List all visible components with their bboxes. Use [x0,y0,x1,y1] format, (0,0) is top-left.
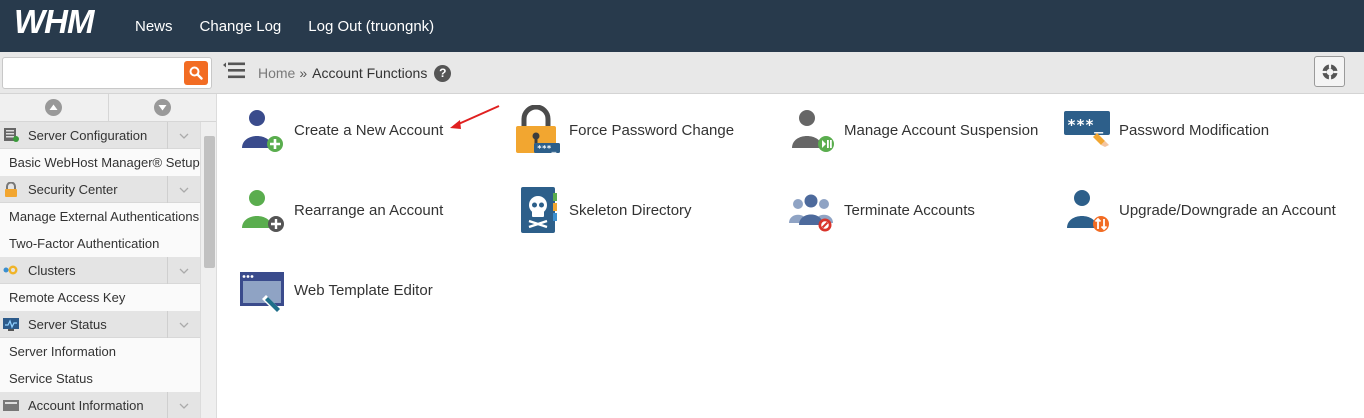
breadcrumb-home[interactable]: Home [258,65,295,81]
window-edit-icon [238,265,288,315]
function-label: Rearrange an Account [294,201,444,219]
arrow-down-icon [153,99,171,116]
function-label: Skeleton Directory [569,201,692,219]
chevron-down-icon[interactable] [167,311,200,338]
logout-link[interactable]: Log Out (truongnk) [308,18,434,35]
function-rearrange-account[interactable]: Rearrange an Account [238,185,443,235]
top-navigation-bar: WHM News Change Log Log Out (truongnk) [0,0,1364,52]
password-key-icon: ***_ [1063,105,1113,155]
search-button[interactable] [184,61,208,85]
function-label: Web Template Editor [294,281,433,299]
collapse-menu-icon [223,62,245,79]
function-label: Force Password Change [569,121,735,139]
function-manage-account-suspension[interactable]: Manage Account Suspension [788,105,1038,155]
function-web-template-editor[interactable]: Web Template Editor [238,265,433,315]
user-suspend-icon [788,105,838,155]
search-icon [189,66,203,80]
function-create-new-account[interactable]: Create a New Account [238,105,443,155]
news-link[interactable]: News [135,18,173,35]
search-box [2,57,212,89]
user-move-icon [238,185,288,235]
change-log-link[interactable]: Change Log [200,18,282,35]
chevron-down-icon[interactable] [167,122,200,149]
function-label: Terminate Accounts [844,201,975,219]
monitor-icon [3,316,19,332]
sidebar: Server Configuration Basic WebHost Manag… [0,94,217,418]
server-config-icon [3,127,19,143]
sidebar-category-security-center[interactable]: Security Center [0,176,200,203]
sidebar-toggle-button[interactable] [222,61,246,81]
lifebuoy-icon [1322,64,1337,79]
sidebar-item-manage-external-authentications[interactable]: Manage External Authentications [0,203,200,230]
users-terminate-icon [788,185,838,235]
sidebar-category-label: Account Information [28,397,144,413]
logo-text: WHM [14,5,96,39]
function-label: Password Modification [1119,121,1270,139]
function-force-password-change[interactable]: ***_ Force Password Change [513,105,734,155]
padlock-icon: ***_ [513,105,563,155]
breadcrumb-separator: » [299,65,308,81]
sidebar-scroll-controls [0,94,216,122]
sidebar-category-label: Clusters [28,262,76,278]
user-upgrade-icon [1063,185,1113,235]
sidebar-item-remote-access-key[interactable]: Remote Access Key [0,284,200,311]
function-terminate-accounts[interactable]: Terminate Accounts [788,185,975,235]
skull-book-icon [513,185,563,235]
sidebar-category-server-status[interactable]: Server Status [0,311,200,338]
sidebar-category-account-information[interactable]: Account Information [0,392,200,418]
arrow-up-icon [45,99,63,116]
toolbar: Home » Account Functions ? [0,52,1364,94]
function-skeleton-directory[interactable]: Skeleton Directory [513,185,692,235]
sidebar-item-basic-webhost-manager-setup[interactable]: Basic WebHost Manager® Setup [0,149,200,176]
chevron-down-icon[interactable] [167,392,200,418]
scroll-down-button[interactable] [109,94,217,121]
function-label: Create a New Account [294,121,444,139]
breadcrumb: Home » Account Functions ? [258,52,452,94]
svg-text:***_: ***_ [537,144,556,153]
scroll-up-button[interactable] [0,94,109,121]
sidebar-category-server-configuration[interactable]: Server Configuration [0,122,200,149]
sidebar-scrollbar[interactable] [200,122,216,418]
sidebar-category-label: Server Status [28,316,107,332]
sidebar-item-service-status[interactable]: Service Status [0,365,200,392]
help-icon[interactable]: ? [434,64,452,82]
support-button[interactable] [1314,56,1345,87]
whm-logo[interactable]: WHM [14,4,116,40]
svg-text:***_: ***_ [1067,116,1104,134]
search-input[interactable] [3,58,179,88]
top-nav-links: News Change Log Log Out (truongnk) [135,0,434,52]
function-label: Upgrade/Downgrade an Account [1119,201,1336,219]
annotation-arrow-icon [450,105,500,129]
chevron-down-icon[interactable] [167,176,200,203]
function-upgrade-downgrade-account[interactable]: Upgrade/Downgrade an Account [1063,185,1336,235]
sidebar-category-label: Server Configuration [28,127,148,143]
breadcrumb-current: Account Functions [312,65,428,81]
sidebar-item-two-factor-authentication[interactable]: Two-Factor Authentication [0,230,200,257]
sidebar-category-label: Security Center [28,181,118,197]
account-functions-grid: Create a New Account ***_ Force Password… [218,94,1364,418]
function-password-modification[interactable]: ***_ Password Modification [1063,105,1269,155]
clusters-icon [3,262,19,278]
chevron-down-icon[interactable] [167,257,200,284]
sidebar-category-clusters[interactable]: Clusters [0,257,200,284]
sidebar-item-server-information[interactable]: Server Information [0,338,200,365]
function-label: Manage Account Suspension [844,121,1039,139]
sidebar-scrollbar-thumb[interactable] [204,136,215,268]
account-info-icon [3,397,19,413]
user-add-icon [238,105,288,155]
lock-icon [3,181,19,197]
sidebar-menu: Server Configuration Basic WebHost Manag… [0,122,200,418]
